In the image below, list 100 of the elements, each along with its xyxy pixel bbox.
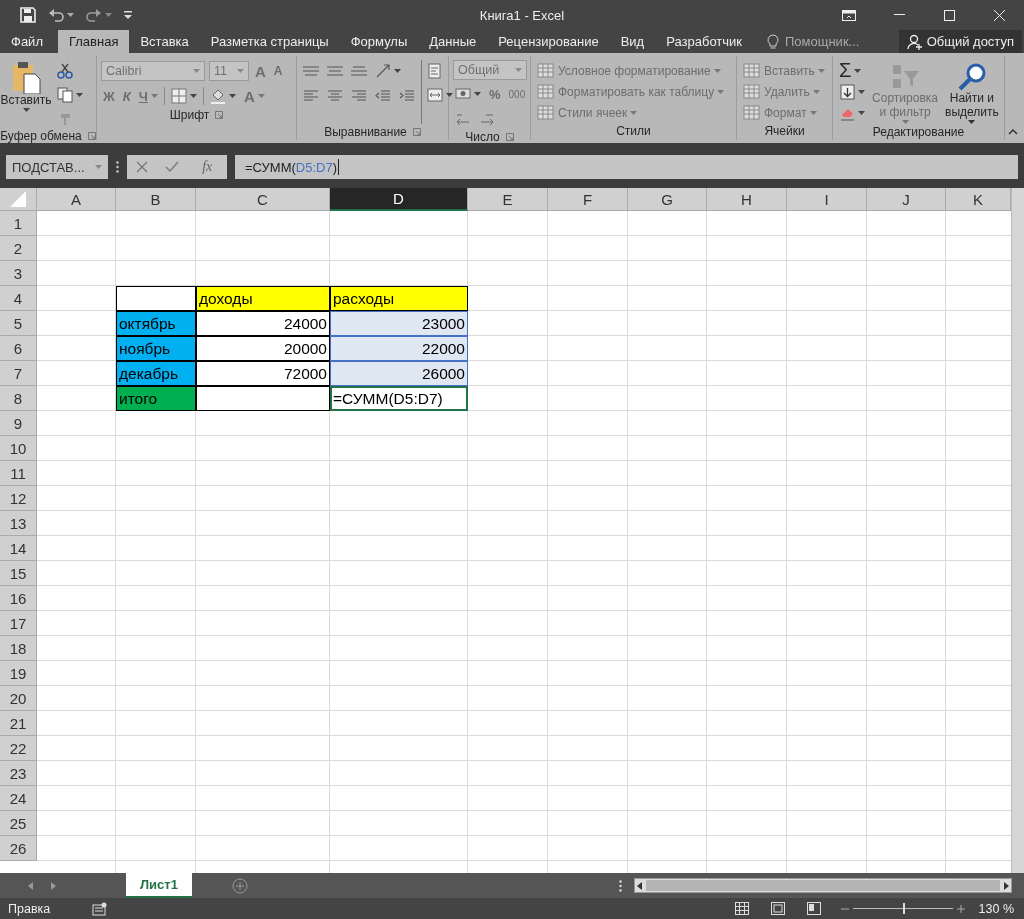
scroll-right-icon[interactable] (1004, 881, 1009, 890)
row-header[interactable]: 11 (0, 461, 37, 486)
row-header[interactable]: 3 (0, 261, 37, 286)
caret-icon[interactable] (446, 92, 453, 97)
fill-down-dropdown[interactable] (837, 81, 867, 102)
caret-icon[interactable] (189, 94, 197, 98)
horizontal-scrollbar[interactable] (634, 878, 1012, 893)
drag-handle-icon[interactable] (116, 161, 119, 173)
ribbon-tab[interactable]: Файл (0, 30, 54, 53)
zoom-in-icon[interactable] (956, 904, 965, 913)
column-header[interactable]: F (548, 188, 628, 211)
formula-field[interactable]: =СУММ(D5:D7) (235, 155, 1018, 179)
paste-button[interactable]: Вставить (1, 60, 51, 129)
share-button[interactable]: Общий доступ (898, 30, 1022, 53)
row-header[interactable]: 2 (0, 236, 37, 261)
row-header[interactable]: 4 (0, 286, 37, 311)
page-layout-icon[interactable] (770, 902, 785, 915)
row-header[interactable]: 19 (0, 661, 37, 686)
row-header[interactable]: 18 (0, 636, 37, 661)
ribbon-tab[interactable]: Формулы (339, 30, 419, 53)
column-header[interactable]: I (787, 188, 867, 211)
dialog-launcher-icon[interactable] (215, 111, 224, 119)
column-header[interactable]: K (946, 188, 1011, 211)
column-header[interactable]: H (707, 188, 787, 211)
dialog-launcher-icon[interactable] (412, 128, 421, 136)
row-header[interactable]: 7 (0, 361, 37, 386)
ribbon-tab[interactable]: Рецензирование (487, 30, 610, 53)
previous-sheet-icon[interactable] (28, 881, 33, 890)
caret-icon[interactable] (968, 119, 976, 124)
autosum-dropdown[interactable]: Σ (837, 60, 867, 81)
save-icon[interactable] (20, 7, 36, 23)
redo-icon[interactable] (86, 8, 102, 22)
ribbon-tab[interactable]: Вставка (129, 30, 200, 53)
collapse-ribbon-icon[interactable] (1008, 129, 1018, 135)
splitter-icon[interactable] (619, 879, 622, 892)
column-header[interactable]: A (37, 188, 116, 211)
row-header[interactable]: 21 (0, 711, 37, 736)
caret-icon[interactable] (67, 13, 74, 17)
row-header[interactable]: 24 (0, 786, 37, 811)
row-header[interactable]: 14 (0, 536, 37, 561)
caret-icon[interactable] (22, 107, 30, 112)
normal-view-icon[interactable] (734, 902, 749, 915)
sheet-tab[interactable]: Лист1 (126, 873, 192, 898)
caret-icon[interactable] (394, 69, 401, 73)
caret-icon[interactable] (858, 110, 865, 115)
select-all-button[interactable] (0, 188, 37, 211)
ribbon-tab[interactable]: Данные (418, 30, 488, 53)
cancel-icon[interactable] (135, 161, 148, 173)
column-header[interactable]: J (867, 188, 946, 211)
caret-icon[interactable] (858, 89, 865, 94)
ribbon-tab[interactable]: Главная (57, 30, 130, 53)
cell-editor[interactable]: =СУММ(D5:D7) (330, 386, 468, 411)
row-header[interactable]: 25 (0, 811, 37, 836)
ribbon-tab[interactable]: Разработчик (655, 30, 753, 53)
row-header[interactable]: 13 (0, 511, 37, 536)
caret-icon[interactable] (474, 92, 481, 96)
caret-icon[interactable] (105, 13, 112, 17)
column-header[interactable]: D (330, 188, 468, 211)
column-header[interactable]: B (116, 188, 196, 211)
borders-dropdown[interactable] (168, 85, 199, 107)
vertical-scrollbar[interactable] (1011, 188, 1024, 873)
column-header[interactable]: G (628, 188, 707, 211)
column-header[interactable]: C (196, 188, 330, 211)
row-header[interactable]: 6 (0, 336, 37, 361)
caret-icon[interactable] (854, 68, 862, 73)
row-header[interactable]: 17 (0, 611, 37, 636)
enter-icon[interactable] (164, 161, 179, 173)
row-header[interactable]: 16 (0, 586, 37, 611)
row-header[interactable]: 9 (0, 411, 37, 436)
zoom-level[interactable]: 130 % (978, 901, 1014, 916)
row-header[interactable]: 23 (0, 761, 37, 786)
row-header[interactable]: 5 (0, 311, 37, 336)
zoom-slider-thumb[interactable] (902, 903, 905, 914)
caret-icon[interactable] (76, 92, 83, 97)
ribbon-tab[interactable]: Вид (609, 30, 656, 53)
row-header[interactable]: 10 (0, 436, 37, 461)
row-header[interactable]: 26 (0, 836, 37, 861)
scroll-left-icon[interactable] (637, 881, 642, 890)
column-header[interactable]: E (468, 188, 548, 211)
tell-me-field[interactable]: Помощник... (783, 33, 867, 50)
add-sheet-icon[interactable] (231, 877, 248, 894)
macro-record-icon[interactable] (92, 901, 109, 916)
customize-icon[interactable] (124, 11, 132, 19)
name-box[interactable]: ПОДСТАВ... (6, 155, 108, 179)
row-header[interactable]: 12 (0, 486, 37, 511)
dialog-launcher-icon[interactable] (87, 132, 96, 140)
next-sheet-icon[interactable] (51, 881, 56, 890)
row-header[interactable]: 20 (0, 686, 37, 711)
copy-dropdown[interactable] (55, 84, 85, 105)
row-header[interactable]: 22 (0, 736, 37, 761)
row-header[interactable]: 1 (0, 211, 37, 236)
row-header[interactable]: 8 (0, 386, 37, 411)
row-header[interactable]: 15 (0, 561, 37, 586)
status-mode: Правка (8, 901, 51, 916)
ribbon-button[interactable]: Найти и выделить (943, 60, 1001, 124)
ribbon-tab[interactable]: Разметка страницы (199, 30, 340, 53)
dialog-launcher-icon[interactable] (505, 133, 514, 141)
caret-icon[interactable] (228, 94, 236, 98)
page-break-icon[interactable] (806, 902, 821, 915)
undo-icon[interactable] (48, 8, 64, 22)
